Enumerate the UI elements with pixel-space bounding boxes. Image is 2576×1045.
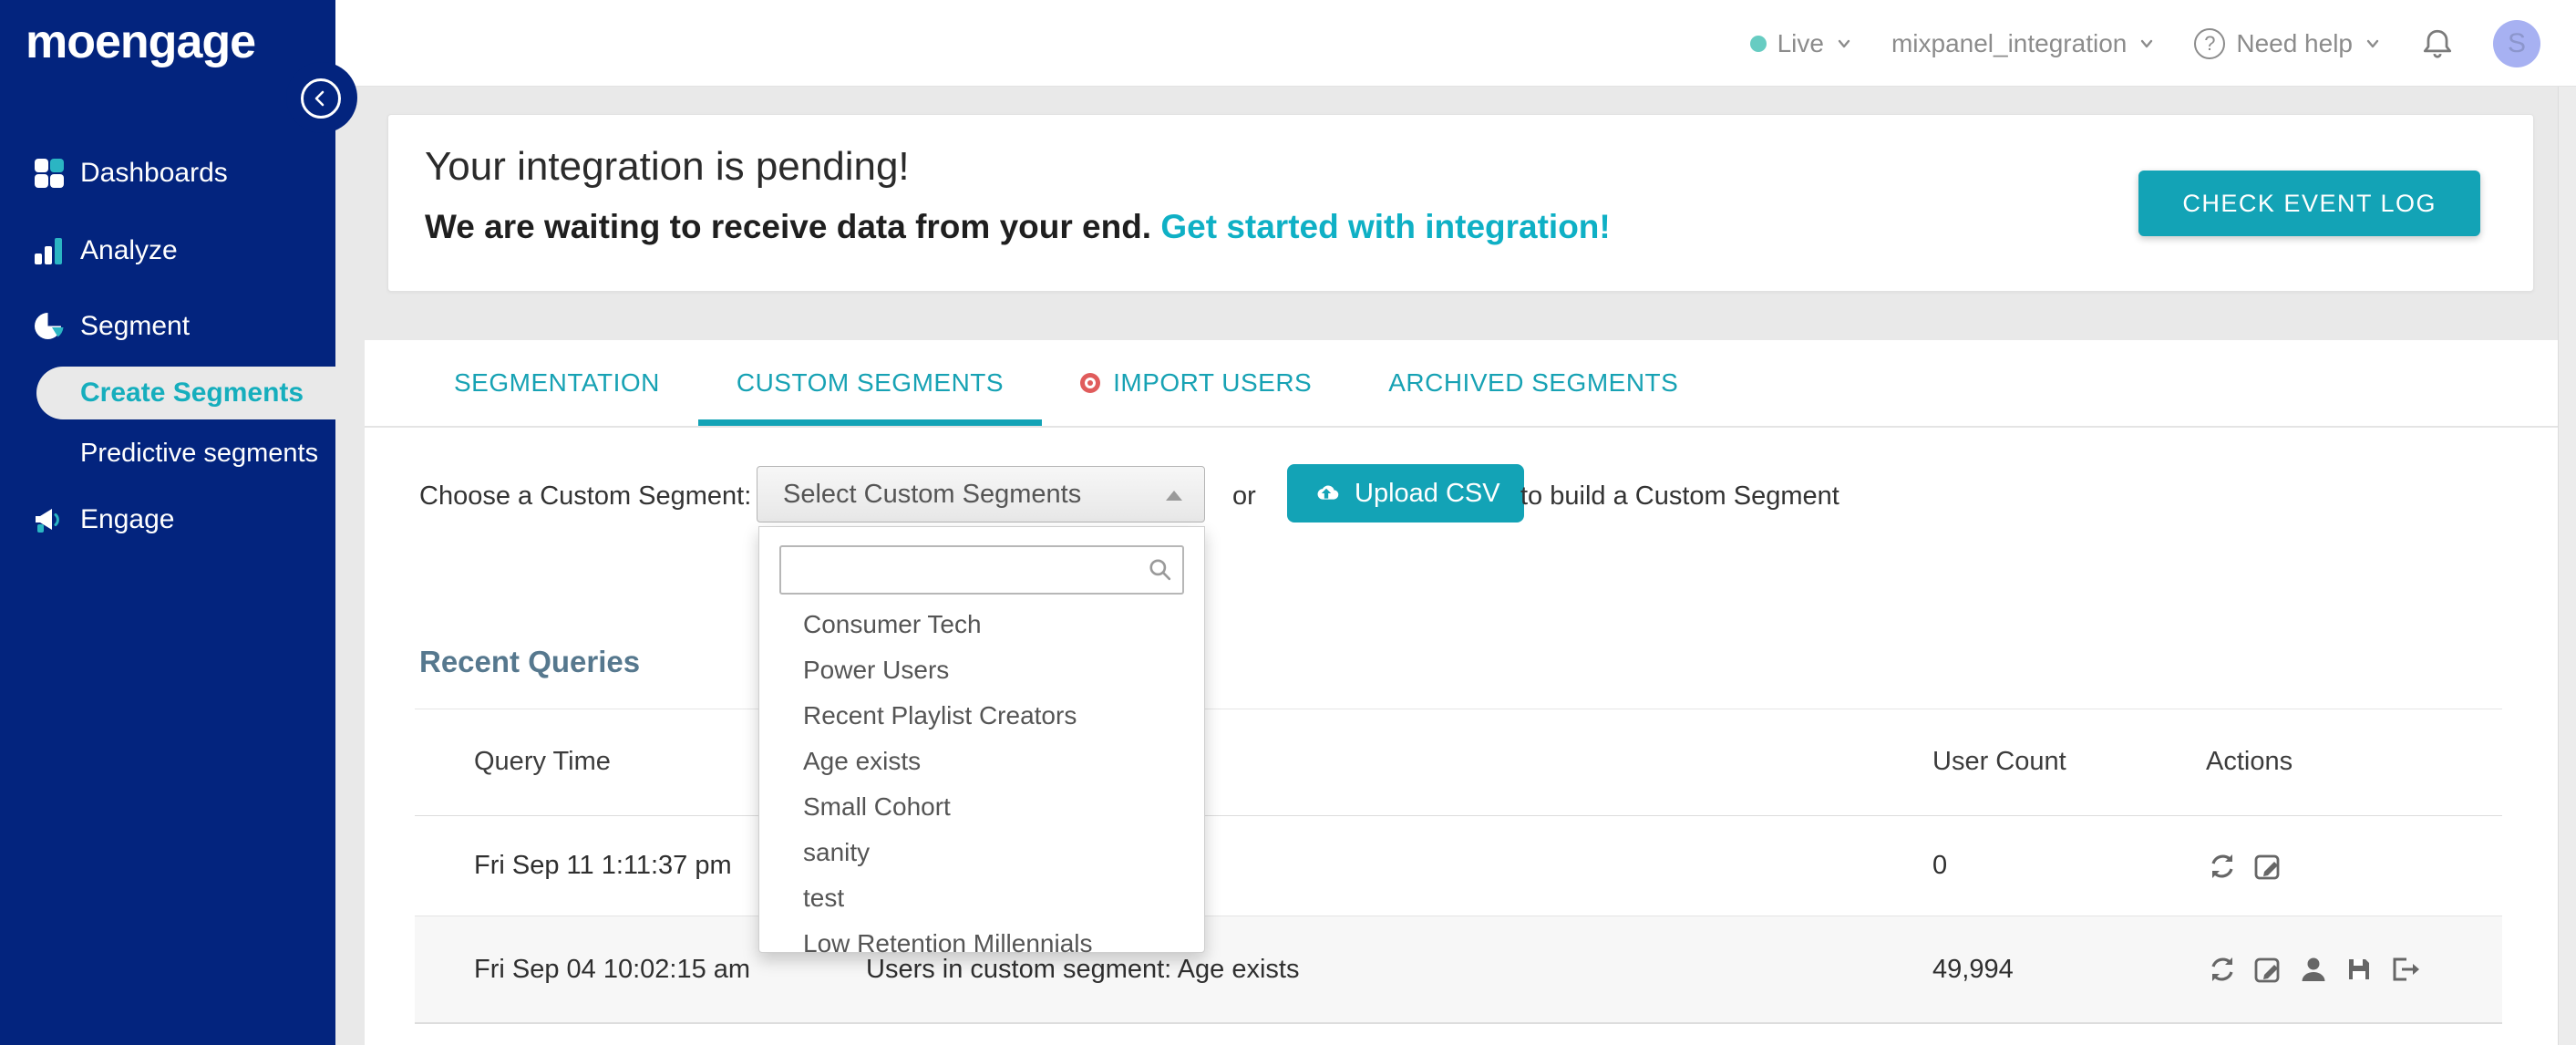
avatar-initial: S — [2507, 27, 2526, 58]
analyze-bars-icon — [35, 238, 62, 264]
integration-banner: Your integration is pending! We are wait… — [387, 114, 2534, 292]
chevron-down-icon — [2141, 39, 2153, 47]
live-status-dot-icon — [1749, 35, 1767, 52]
upload-csv-button[interactable]: Upload CSV — [1287, 464, 1524, 522]
bell-icon — [2423, 29, 2452, 58]
dropdown-search-input[interactable] — [779, 545, 1184, 595]
sidebar-item-predictive-segments[interactable]: Predictive segments — [0, 427, 335, 480]
workspace-name: mixpanel_integration — [1891, 28, 2128, 57]
user-count-cell: 49,994 — [1932, 954, 2014, 984]
dropdown-option[interactable]: sanity — [759, 830, 1204, 875]
question-icon: ? — [2194, 27, 2226, 59]
tab-import-users[interactable]: IMPORT USERS — [1042, 340, 1350, 426]
sidebar-item-label: Dashboards — [80, 158, 228, 188]
dropdown-option[interactable]: Low Retention Millennials — [759, 921, 1204, 967]
dashboards-grid-icon — [35, 159, 64, 188]
custom-segments-dropdown: Consumer Tech Power Users Recent Playlis… — [758, 526, 1205, 957]
sidebar-item-engage[interactable]: Engage — [0, 492, 335, 547]
segment-pie-icon — [35, 313, 64, 339]
tab-label: IMPORT USERS — [1113, 368, 1313, 397]
dropdown-option[interactable]: Small Cohort — [759, 784, 1204, 830]
save-icon[interactable] — [2343, 953, 2375, 986]
need-help-label: Need help — [2236, 28, 2353, 57]
sidebar-item-create-segments[interactable]: Create Segments — [36, 367, 335, 419]
edit-icon[interactable] — [2251, 953, 2284, 986]
sidebar-item-label: Create Segments — [80, 378, 304, 408]
tab-custom-segments[interactable]: CUSTOM SEGMENTS — [698, 340, 1042, 426]
banner-title: Your integration is pending! — [425, 144, 910, 189]
actions-cell — [2206, 816, 2284, 916]
query-time-cell: Fri Sep 04 10:02:15 am — [474, 954, 751, 984]
triangle-up-icon — [1166, 491, 1182, 501]
refresh-icon[interactable] — [2206, 850, 2239, 883]
table-header-row: Query Time User Count Actions — [415, 709, 2502, 816]
table-row: Fri Sep 04 10:02:15 am Users in custom s… — [415, 916, 2502, 1024]
environment-switcher[interactable]: Live — [1749, 28, 1853, 58]
dropdown-option[interactable]: test — [759, 875, 1204, 921]
column-header-query-time: Query Time — [474, 747, 611, 776]
user-count-cell: 0 — [1932, 851, 1948, 880]
sidebar-item-segment[interactable]: Segment — [0, 299, 335, 354]
banner-subtitle-text: We are waiting to receive data from your… — [425, 208, 1152, 245]
moengage-app: Live mixpanel_integration ? Need help S — [0, 0, 2576, 1045]
get-started-link[interactable]: Get started with integration! — [1160, 208, 1610, 245]
table-row: Fri Sep 11 1:11:37 pm 0 — [415, 816, 2502, 916]
tab-label: SEGMENTATION — [454, 368, 660, 397]
tab-label: CUSTOM SEGMENTS — [736, 368, 1005, 397]
cloud-upload-icon — [1317, 485, 1339, 500]
sidebar-item-label: Analyze — [80, 235, 178, 265]
chevron-down-icon — [2366, 39, 2379, 47]
sidebar-item-label: Predictive segments — [80, 438, 319, 468]
tab-label: ARCHIVED SEGMENTS — [1388, 368, 1679, 397]
sidebar-collapse-button[interactable] — [301, 78, 341, 119]
workspace-switcher[interactable]: mixpanel_integration — [1891, 29, 2156, 58]
recent-queries-table: Query Time User Count Actions Fri Sep 11… — [415, 709, 2502, 1024]
sidebar-item-dashboards[interactable]: Dashboards — [0, 146, 335, 201]
moengage-logo[interactable]: moengage — [26, 15, 256, 69]
chevron-down-icon — [1838, 39, 1850, 47]
main-panel: SEGMENTATION CUSTOM SEGMENTS IMPORT USER… — [365, 340, 2558, 1045]
custom-segment-select[interactable]: Select Custom Segments — [757, 466, 1205, 522]
top-header: Live mixpanel_integration ? Need help S — [335, 0, 2576, 87]
recent-queries-title: Recent Queries — [419, 645, 641, 678]
dropdown-option[interactable]: Age exists — [759, 739, 1204, 784]
check-event-log-button[interactable]: CHECK EVENT LOG — [2138, 171, 2480, 236]
import-users-dot-icon — [1080, 373, 1101, 393]
or-label: or — [1232, 481, 1256, 511]
upload-csv-label: Upload CSV — [1355, 478, 1500, 508]
banner-subtitle: We are waiting to receive data from your… — [425, 208, 1611, 246]
dropdown-search-wrap — [779, 545, 1184, 595]
chevron-left-icon — [314, 90, 325, 107]
select-value: Select Custom Segments — [783, 479, 1082, 509]
notifications-button[interactable] — [2420, 26, 2455, 61]
tab-bar: SEGMENTATION CUSTOM SEGMENTS IMPORT USER… — [365, 340, 2558, 428]
column-header-actions: Actions — [2206, 747, 2293, 776]
query-time-cell: Fri Sep 11 1:11:37 pm — [474, 851, 732, 880]
dropdown-option[interactable]: Recent Playlist Creators — [759, 693, 1204, 739]
need-help-menu[interactable]: ? Need help — [2194, 27, 2382, 59]
dropdown-option[interactable]: Power Users — [759, 647, 1204, 693]
build-segment-label: to build a Custom Segment — [1520, 481, 1839, 511]
choose-segment-label: Choose a Custom Segment: — [419, 481, 752, 511]
header-right-cluster: Live mixpanel_integration ? Need help S — [1749, 0, 2540, 87]
user-avatar[interactable]: S — [2493, 19, 2540, 67]
vertical-scrollbar[interactable] — [2558, 87, 2576, 1045]
sidebar-item-label: Segment — [80, 311, 191, 341]
refresh-icon[interactable] — [2206, 953, 2239, 986]
actions-cell — [2206, 916, 2421, 1022]
tab-segmentation[interactable]: SEGMENTATION — [416, 340, 698, 426]
engage-megaphone-icon — [36, 509, 59, 533]
search-icon — [1149, 559, 1171, 581]
environment-label: Live — [1777, 28, 1824, 57]
sidebar: moengage Dashboards Analyze Segment Crea… — [0, 0, 357, 1045]
tab-archived-segments[interactable]: ARCHIVED SEGMENTS — [1350, 340, 1716, 426]
sidebar-item-label: Engage — [80, 504, 175, 534]
edit-icon[interactable] — [2251, 850, 2284, 883]
sidebar-item-analyze[interactable]: Analyze — [0, 223, 335, 278]
export-icon[interactable] — [2388, 953, 2421, 986]
user-icon[interactable] — [2297, 953, 2330, 986]
dropdown-option[interactable]: Consumer Tech — [759, 602, 1204, 647]
column-header-user-count: User Count — [1932, 747, 2066, 776]
